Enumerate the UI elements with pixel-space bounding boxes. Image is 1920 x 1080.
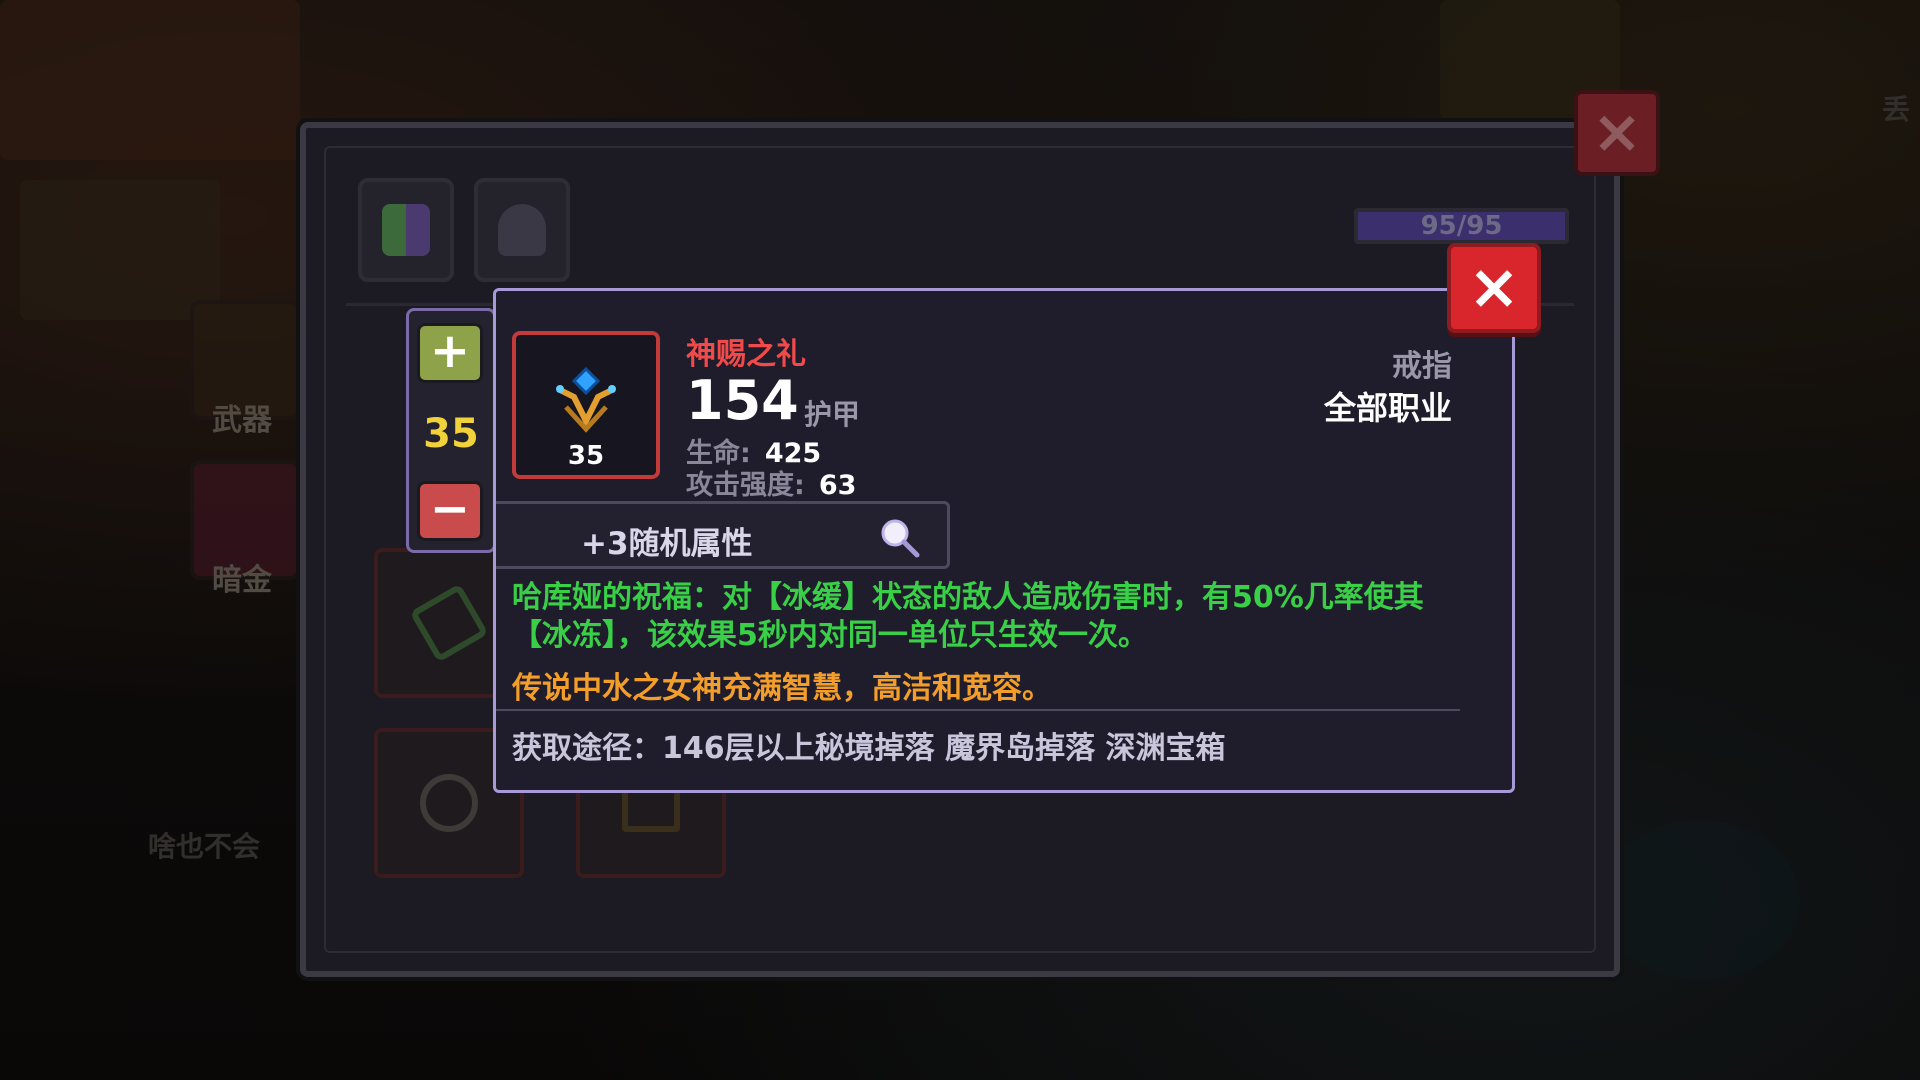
armor-label: 护甲 xyxy=(804,398,861,431)
wand-icon xyxy=(409,583,489,663)
level-stepper: + 35 − xyxy=(406,308,496,553)
armor-value: 154 xyxy=(686,369,799,432)
stat-key: 攻击强度: xyxy=(686,470,805,501)
item-name: 神赐之礼 xyxy=(686,337,806,372)
chest-icon xyxy=(498,204,546,256)
increase-level-button[interactable]: + xyxy=(417,323,483,383)
inventory-capacity: 95/95 xyxy=(1354,208,1569,244)
close-inventory-button[interactable]: × xyxy=(1574,90,1660,176)
item-icon-frame: 35 xyxy=(512,331,660,479)
ring-icon xyxy=(420,774,478,832)
stat-row-attack: 攻击强度: 63 xyxy=(686,463,856,502)
item-type: 戒指 xyxy=(1392,349,1452,384)
inventory-tab-items[interactable] xyxy=(358,178,454,282)
item-class: 全部职业 xyxy=(1323,389,1452,427)
random-attributes-bar[interactable]: +3随机属性 xyxy=(496,501,950,569)
item-effect-text: 哈库娅的祝福：对【冰缓】状态的敌人造成伤害时，有50%几率使其【冰冻】，该效果5… xyxy=(512,580,1424,653)
stepper-level-value: 35 xyxy=(423,411,479,457)
item-lore-text: 传说中水之女神充满智慧，高洁和宽容。 xyxy=(512,671,1052,706)
ring-gem-icon xyxy=(556,366,616,433)
tooltip-divider xyxy=(496,709,1460,711)
item-tooltip: 35 神赐之礼 154 护甲 生命: 425 攻击强度: 63 戒指 全部职业 +3… xyxy=(493,288,1515,793)
item-source-text: 获取途径：146层以上秘境掉落 魔界岛掉落 深渊宝箱 xyxy=(512,731,1226,766)
grid-icon xyxy=(382,204,430,256)
item-level: 35 xyxy=(567,441,605,471)
random-attributes-label: +3随机属性 xyxy=(581,526,753,562)
decrease-level-button[interactable]: − xyxy=(417,481,483,541)
stat-value: 63 xyxy=(818,470,857,501)
search-icon[interactable] xyxy=(879,517,921,559)
inventory-tab-chest[interactable] xyxy=(474,178,570,282)
close-tooltip-button[interactable]: × xyxy=(1447,243,1541,333)
